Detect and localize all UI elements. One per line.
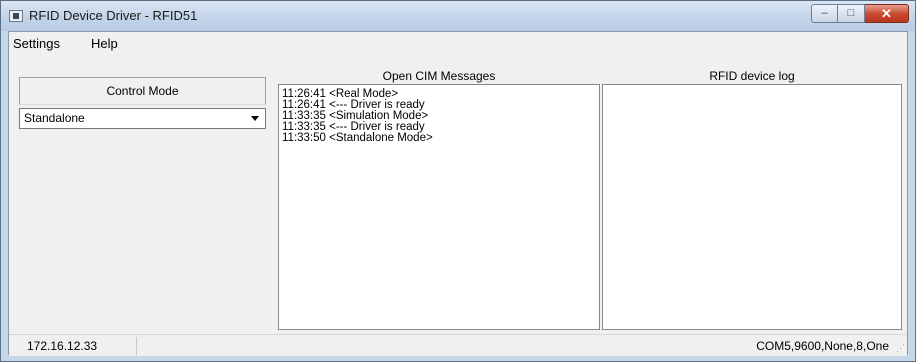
- resize-grip-icon[interactable]: ⋰: [893, 342, 905, 354]
- minimize-button[interactable]: –: [811, 4, 838, 23]
- device-log-header: RFID device log: [709, 69, 795, 83]
- window-title: RFID Device Driver - RFID51: [29, 8, 198, 23]
- control-mode-select[interactable]: Standalone: [19, 108, 266, 129]
- minimize-icon: –: [821, 7, 828, 19]
- menu-settings[interactable]: Settings: [13, 36, 60, 51]
- chevron-down-icon[interactable]: [251, 116, 259, 121]
- title-bar[interactable]: RFID Device Driver - RFID51 – □ ✕: [1, 1, 915, 31]
- maximize-icon: □: [847, 7, 855, 19]
- client-area: Settings Help Control Mode Standalone Op…: [8, 31, 908, 356]
- app-window: RFID Device Driver - RFID51 – □ ✕ Settin…: [0, 0, 916, 362]
- close-button[interactable]: ✕: [865, 4, 909, 23]
- device-log-list[interactable]: [602, 84, 902, 330]
- list-item: 11:33:50 <Standalone Mode>: [282, 132, 433, 144]
- control-mode-value: Standalone: [24, 111, 85, 125]
- status-ip: 172.16.12.33: [10, 337, 137, 355]
- status-bar: 172.16.12.33 COM5,9600,None,8,One ⋰: [9, 334, 907, 356]
- control-mode-header: Control Mode: [19, 77, 266, 105]
- menu-help[interactable]: Help: [91, 36, 118, 51]
- cim-messages-header: Open CIM Messages: [382, 69, 496, 83]
- status-port-settings: COM5,9600,None,8,One: [756, 339, 889, 353]
- cim-messages-list[interactable]: 11:26:41 <Real Mode> 11:26:41 <--- Drive…: [278, 84, 600, 330]
- maximize-button[interactable]: □: [838, 4, 865, 23]
- window-controls: – □ ✕: [811, 4, 909, 24]
- menu-bar: Settings Help: [9, 32, 907, 56]
- app-icon[interactable]: [9, 10, 23, 22]
- close-icon: ✕: [881, 6, 892, 21]
